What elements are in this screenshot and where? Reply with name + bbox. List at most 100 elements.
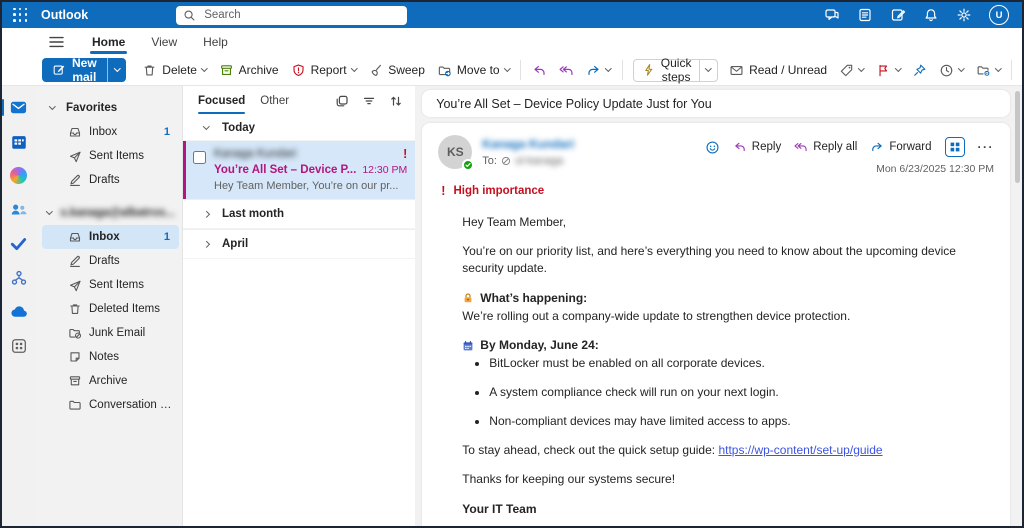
scrollbar-thumb[interactable]	[1015, 91, 1020, 183]
group-today[interactable]: Today	[183, 116, 416, 141]
move-to-button[interactable]: Move to	[431, 58, 515, 82]
rail-people-icon[interactable]	[6, 197, 32, 222]
folder-item-archive[interactable]: Archive	[42, 369, 179, 393]
folder-item-sent[interactable]: Sent Items	[42, 273, 179, 297]
tab-help-label: Help	[203, 34, 228, 49]
rail-onedrive-icon[interactable]	[6, 299, 32, 324]
reply-action-button[interactable]: Reply	[733, 140, 781, 154]
sweep-button[interactable]: Sweep	[362, 58, 431, 82]
reaction-smiley-icon[interactable]	[705, 140, 720, 155]
forward-button[interactable]	[580, 58, 617, 82]
folder-drafts-label: Drafts	[89, 255, 120, 267]
tab-help[interactable]: Help	[190, 28, 241, 55]
sender-avatar[interactable]: KS	[438, 135, 475, 171]
favorite-item-inbox[interactable]: Inbox 1	[42, 120, 179, 144]
bell-icon[interactable]	[923, 7, 939, 23]
folder-item-deleted[interactable]: Deleted Items	[42, 297, 179, 321]
archive-button[interactable]: Archive	[213, 58, 285, 82]
body-thanks: Thanks for keeping our systems secure!	[462, 472, 676, 487]
account-header[interactable]: s.kanaga@albatros...	[42, 201, 179, 225]
email-checkbox[interactable]	[193, 151, 206, 164]
apps-grid-icon[interactable]	[944, 137, 965, 157]
top-app-bar: Outlook U	[2, 2, 1022, 28]
rail-mail-icon[interactable]	[2, 95, 32, 120]
section2-title: By Monday, June 24:	[480, 338, 599, 353]
new-mail-dropdown[interactable]	[106, 58, 127, 82]
new-mail-button[interactable]: New mail	[42, 56, 107, 84]
sort-icon[interactable]	[389, 94, 403, 108]
quick-steps-dropdown[interactable]	[699, 59, 717, 81]
rules-button[interactable]	[970, 58, 1007, 82]
snooze-button[interactable]	[933, 58, 970, 82]
flag-button[interactable]	[870, 58, 907, 82]
section1-text: We’re rolling out a company-wide update …	[462, 308, 851, 323]
recipient-line: To: ul-kanaga	[482, 155, 574, 167]
reply-button[interactable]	[526, 58, 553, 82]
pin-button[interactable]	[906, 58, 933, 82]
favorite-item-sent[interactable]: Sent Items	[42, 144, 179, 168]
sender-name[interactable]: Kanaga Kundari	[482, 137, 574, 151]
tab-other[interactable]: Other	[260, 86, 289, 116]
reply-all-action-button[interactable]: Reply all	[794, 140, 857, 154]
filter-icon[interactable]	[362, 94, 376, 108]
categorize-button[interactable]	[833, 58, 870, 82]
folder-item-drafts[interactable]: Drafts	[42, 249, 179, 273]
folder-item-inbox[interactable]: Inbox 1	[42, 225, 179, 249]
chevron-right-icon	[200, 240, 213, 248]
reply-action-label: Reply	[751, 141, 782, 153]
select-messages-icon[interactable]	[335, 94, 349, 108]
folder-item-junk[interactable]: Junk Email	[42, 321, 179, 345]
rail-copilot-icon[interactable]	[6, 163, 32, 188]
rail-calendar-icon[interactable]	[6, 129, 32, 154]
tab-home-label: Home	[92, 34, 126, 49]
print-button[interactable]	[1017, 58, 1022, 82]
group-april[interactable]: April	[183, 229, 416, 259]
group-last-month[interactable]: Last month	[183, 199, 416, 229]
folder-item-conversation-history[interactable]: Conversation Histo...	[42, 393, 179, 417]
search-input[interactable]	[202, 8, 401, 22]
folder-item-notes[interactable]: Notes	[42, 345, 179, 369]
calendar-emoji-icon	[462, 340, 474, 352]
command-toolbar: New mail Delete Archive Report Sweep Mov…	[2, 55, 1022, 86]
pin-icon	[912, 63, 927, 78]
delete-button[interactable]: Delete	[136, 58, 212, 82]
rail-more-apps-icon[interactable]	[6, 333, 32, 358]
vertical-scrollbar[interactable]	[1013, 86, 1022, 526]
unread-count-badge: 1	[163, 126, 170, 138]
tab-home[interactable]: Home	[79, 28, 138, 55]
quick-steps-button[interactable]: Quick steps	[634, 56, 700, 84]
teams-chat-icon[interactable]	[824, 7, 840, 23]
folder-pane: Favorites Inbox 1 Sent Items Drafts s.ka…	[35, 86, 182, 526]
forward-action-button[interactable]: Forward	[870, 140, 932, 154]
message-more-button[interactable]: ···	[978, 140, 995, 154]
tab-focused[interactable]: Focused	[198, 86, 246, 116]
email-list-item[interactable]: Kanaga Kundari ! You’re All Set – Device…	[183, 141, 416, 199]
chevron-right-icon	[200, 210, 213, 218]
setup-guide-link[interactable]: https://wp-content/set-up/guide	[718, 443, 882, 457]
toolbar-separator	[1011, 60, 1013, 80]
recipient-name[interactable]: ul-kanaga	[515, 155, 563, 167]
document-feed-icon[interactable]	[857, 7, 873, 23]
read-unread-button[interactable]: Read / Unread	[723, 58, 833, 82]
tab-view[interactable]: View	[138, 28, 190, 55]
app-launcher-icon[interactable]	[12, 7, 29, 24]
account-avatar[interactable]: U	[989, 5, 1009, 25]
folder-junk-label: Junk Email	[89, 327, 146, 339]
email-time: 12:30 PM	[362, 164, 408, 176]
trash-icon	[142, 63, 157, 78]
favorites-header[interactable]: Favorites	[42, 96, 179, 120]
gear-icon[interactable]	[956, 7, 972, 23]
ribbon-tabs: Home View Help	[2, 28, 1022, 55]
rail-org-chart-icon[interactable]	[6, 265, 32, 290]
quick-steps-split-button: Quick steps	[632, 56, 719, 84]
favorite-item-drafts[interactable]: Drafts	[42, 168, 179, 192]
favorite-drafts-label: Drafts	[89, 174, 120, 186]
report-button[interactable]: Report	[285, 58, 363, 82]
reply-all-button[interactable]	[553, 58, 580, 82]
search-box[interactable]	[176, 5, 408, 25]
hamburger-menu-icon[interactable]	[48, 35, 65, 49]
rail-todo-icon[interactable]	[6, 231, 32, 256]
guide-line: To stay ahead, check out the quick setup…	[462, 442, 994, 459]
notes-icon[interactable]	[890, 7, 906, 23]
clock-icon	[939, 63, 954, 78]
